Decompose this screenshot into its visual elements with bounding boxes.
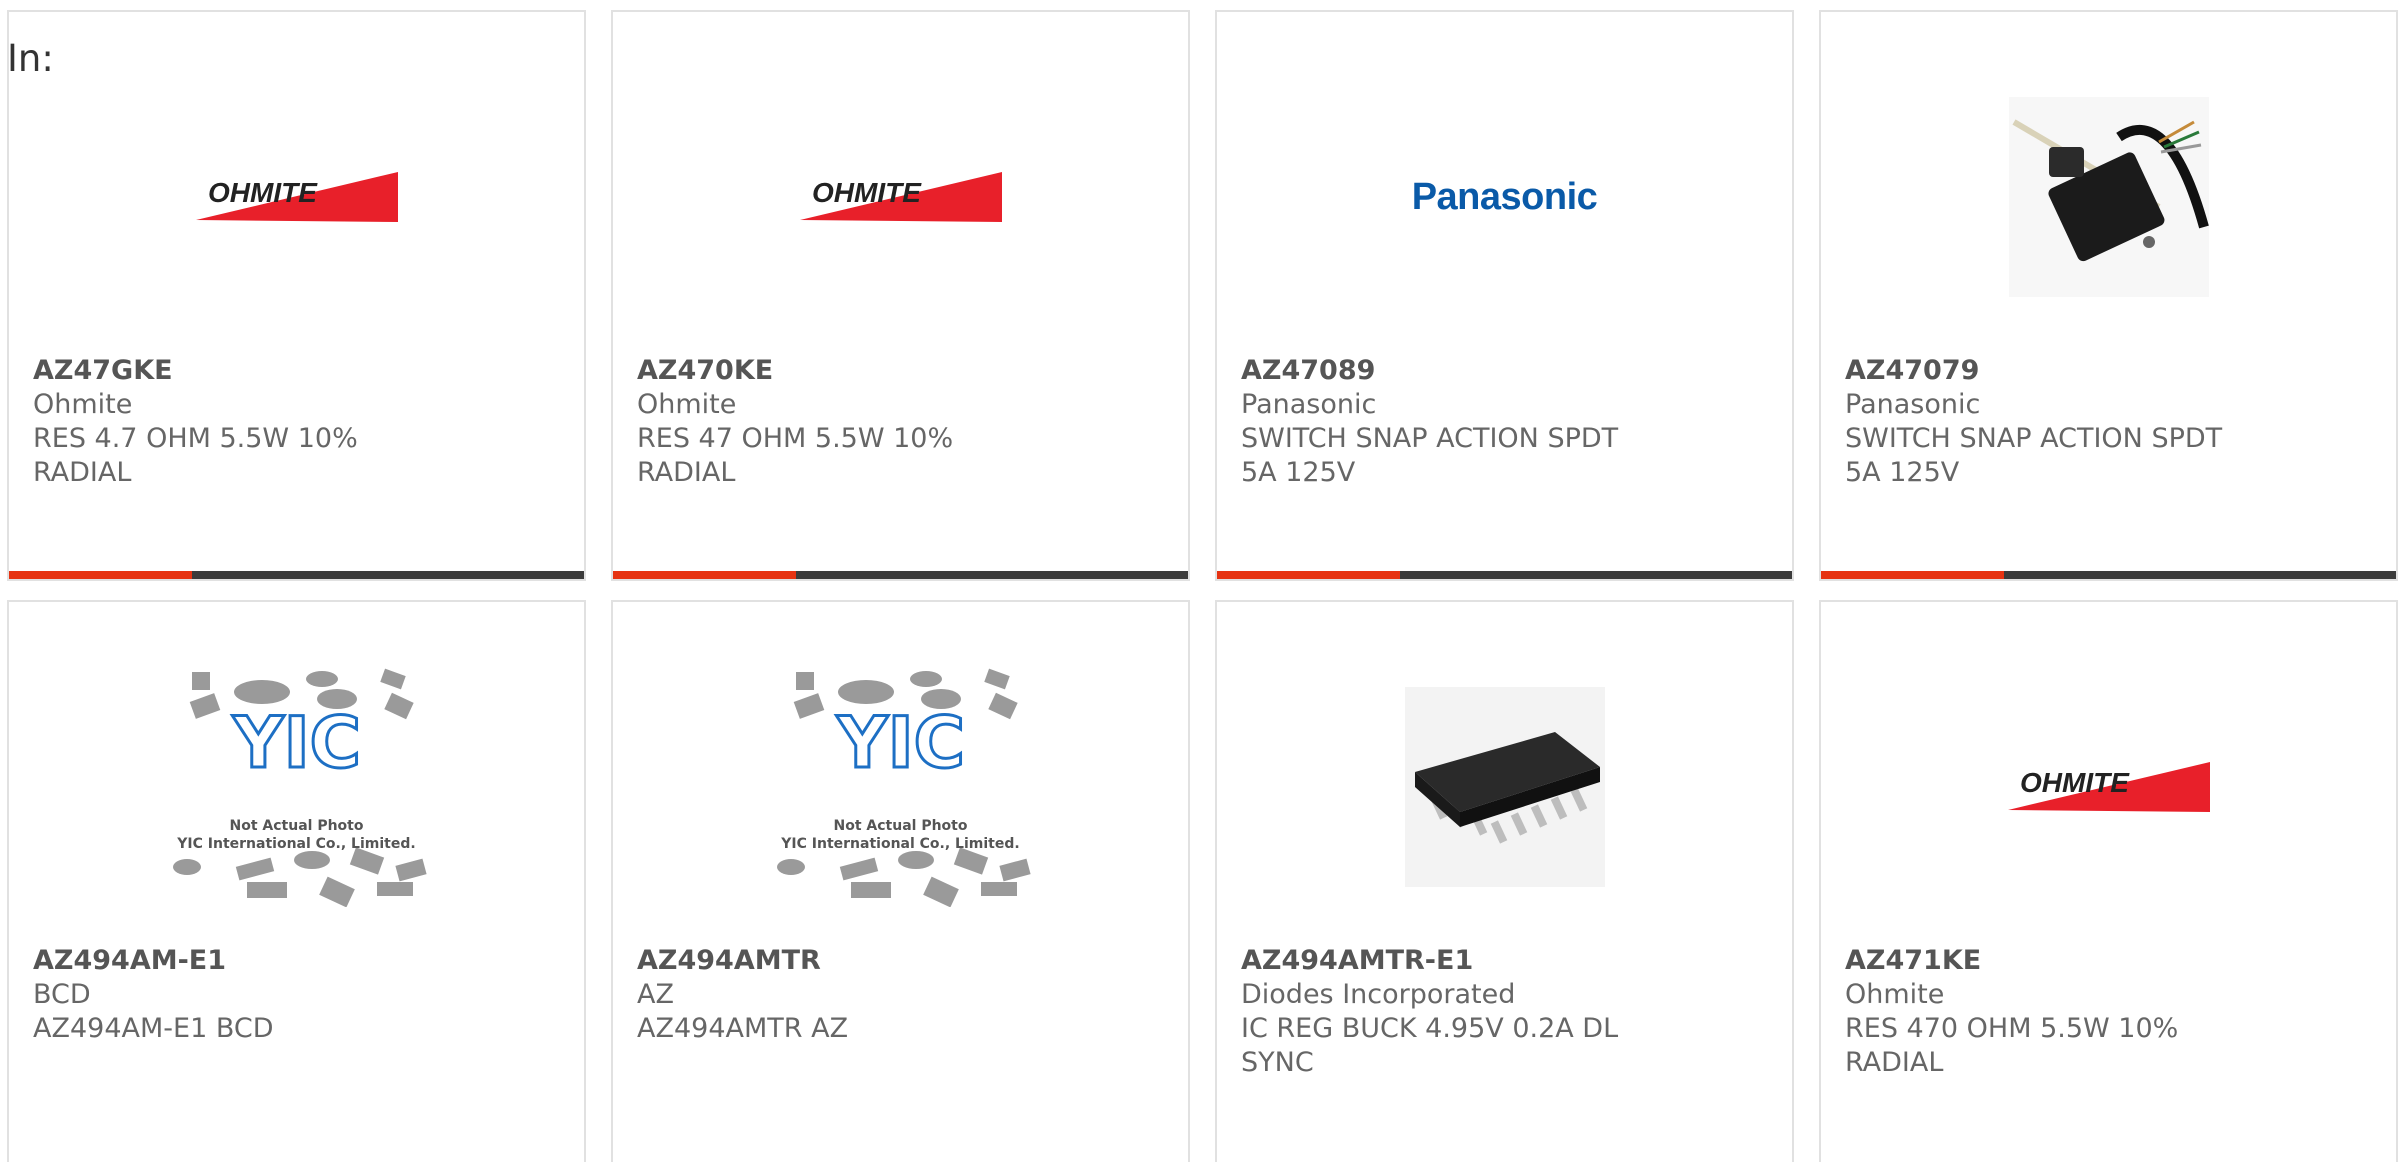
product-card[interactable]: AZ47079 Panasonic SWITCH SNAP ACTION SPD… — [1819, 10, 2398, 581]
yic-caption-line1: Not Actual Photo — [229, 818, 364, 834]
card-bar — [9, 571, 584, 579]
description: RES 47 OHM 5.5W 10% RADIAL — [637, 423, 954, 488]
part-number[interactable]: AZ47089 — [1241, 354, 1661, 388]
yic-caption-line2: YIC International Co., Limited. — [177, 836, 416, 852]
svg-text:YIC: YIC — [231, 702, 360, 784]
page: In: OHMITE AZ47GKE Ohmite RES 4.7 OHM 5.… — [0, 0, 2400, 1162]
part-number[interactable]: AZ47GKE — [33, 354, 453, 388]
description: AZ494AM-E1 BCD — [33, 1013, 274, 1044]
card-bar-accent — [1821, 571, 2004, 579]
product-info: AZ494AM-E1 BCD AZ494AM-E1 BCD — [33, 944, 453, 1046]
yic-caption-line1: Not Actual Photo — [833, 818, 968, 834]
manufacturer: Panasonic — [1845, 389, 1981, 420]
product-image[interactable]: Panasonic — [1217, 72, 1792, 322]
product-image[interactable] — [1821, 72, 2396, 322]
svg-text:OHMITE: OHMITE — [208, 177, 318, 208]
product-card[interactable]: OHMITE AZ47GKE Ohmite RES 4.7 OHM 5.5W 1… — [7, 10, 586, 581]
svg-text:YIC: YIC — [835, 702, 964, 784]
product-image[interactable]: OHMITE — [613, 72, 1188, 322]
manufacturer: Diodes Incorporated — [1241, 979, 1516, 1010]
ohmite-logo: OHMITE — [799, 172, 1002, 222]
svg-text:OHMITE: OHMITE — [812, 177, 922, 208]
product-card[interactable]: YIC Not Actual Photo YIC International C… — [611, 600, 1190, 1162]
card-bar-accent — [613, 571, 796, 579]
yic-caption-line2: YIC International Co., Limited. — [781, 836, 1020, 852]
card-bar — [613, 571, 1188, 579]
description: SWITCH SNAP ACTION SPDT 5A 125V — [1845, 423, 2223, 488]
yic-placeholder-image: YIC Not Actual Photo YIC International C… — [162, 667, 432, 908]
switch-photo — [2008, 97, 2209, 297]
description: SWITCH SNAP ACTION SPDT 5A 125V — [1241, 423, 1619, 488]
in-label: In: — [7, 37, 54, 80]
product-info: AZ47079 Panasonic SWITCH SNAP ACTION SPD… — [1845, 354, 2265, 490]
part-number[interactable]: AZ470KE — [637, 354, 1057, 388]
yic-placeholder-image: YIC Not Actual Photo YIC International C… — [766, 667, 1036, 908]
yic-caption: Not Actual Photo YIC International Co., … — [766, 817, 1036, 853]
ohmite-logo: OHMITE — [2007, 762, 2210, 812]
card-bar — [1821, 571, 2396, 579]
product-info: AZ471KE Ohmite RES 470 OHM 5.5W 10% RADI… — [1845, 944, 2265, 1080]
card-bar-accent — [1217, 571, 1400, 579]
manufacturer: Ohmite — [1845, 979, 1945, 1010]
ic-photo — [1404, 687, 1605, 887]
manufacturer: BCD — [33, 979, 91, 1010]
part-number[interactable]: AZ47079 — [1845, 354, 2265, 388]
part-number[interactable]: AZ494AM-E1 — [33, 944, 453, 978]
svg-text:OHMITE: OHMITE — [2020, 767, 2130, 798]
ohmite-logo: OHMITE — [195, 172, 398, 222]
part-number[interactable]: AZ494AMTR-E1 — [1241, 944, 1661, 978]
description: RES 470 OHM 5.5W 10% RADIAL — [1845, 1013, 2179, 1078]
manufacturer: Ohmite — [33, 389, 133, 420]
description: RES 4.7 OHM 5.5W 10% RADIAL — [33, 423, 358, 488]
part-number[interactable]: AZ471KE — [1845, 944, 2265, 978]
description: AZ494AMTR AZ — [637, 1013, 849, 1044]
panasonic-logo: Panasonic — [1411, 175, 1598, 218]
product-image[interactable]: YIC Not Actual Photo YIC International C… — [613, 662, 1188, 912]
product-image[interactable] — [1217, 662, 1792, 912]
product-image[interactable]: YIC Not Actual Photo YIC International C… — [9, 662, 584, 912]
product-image[interactable]: OHMITE — [1821, 662, 2396, 912]
description: IC REG BUCK 4.95V 0.2A DL SYNC — [1241, 1013, 1619, 1078]
manufacturer: Panasonic — [1241, 389, 1377, 420]
product-info: AZ494AMTR AZ AZ494AMTR AZ — [637, 944, 1057, 1046]
part-number[interactable]: AZ494AMTR — [637, 944, 1057, 978]
product-image[interactable]: OHMITE — [9, 72, 584, 322]
product-info: AZ47089 Panasonic SWITCH SNAP ACTION SPD… — [1241, 354, 1661, 490]
card-bar — [1217, 571, 1792, 579]
product-card[interactable]: OHMITE AZ471KE Ohmite RES 470 OHM 5.5W 1… — [1819, 600, 2398, 1162]
product-card[interactable]: AZ494AMTR-E1 Diodes Incorporated IC REG … — [1215, 600, 1794, 1162]
yic-caption: Not Actual Photo YIC International Co., … — [162, 817, 432, 853]
product-info: AZ470KE Ohmite RES 47 OHM 5.5W 10% RADIA… — [637, 354, 1057, 490]
product-info: AZ47GKE Ohmite RES 4.7 OHM 5.5W 10% RADI… — [33, 354, 453, 490]
card-bar-accent — [9, 571, 192, 579]
manufacturer: AZ — [637, 979, 674, 1010]
product-card[interactable]: Panasonic AZ47089 Panasonic SWITCH SNAP … — [1215, 10, 1794, 581]
product-card[interactable]: YIC Not Actual Photo YIC International C… — [7, 600, 586, 1162]
product-info: AZ494AMTR-E1 Diodes Incorporated IC REG … — [1241, 944, 1661, 1080]
manufacturer: Ohmite — [637, 389, 737, 420]
product-card[interactable]: OHMITE AZ470KE Ohmite RES 47 OHM 5.5W 10… — [611, 10, 1190, 581]
